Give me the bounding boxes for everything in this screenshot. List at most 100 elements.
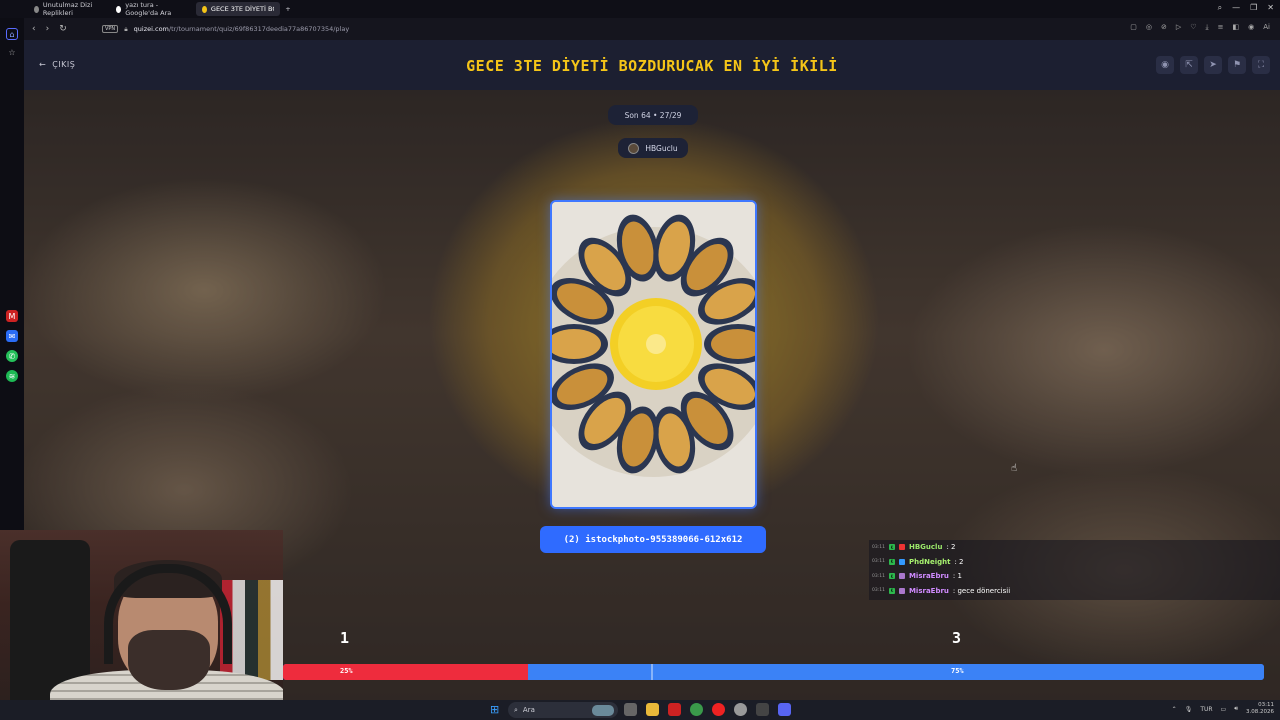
reload-icon[interactable]: ↻ (59, 24, 67, 34)
chat-message: 03:11 K PhdNeight : 2 (869, 555, 1280, 570)
tab-3[interactable]: GECE 3TE DİYETİ BOZDURU (196, 2, 280, 16)
block-icon[interactable]: ⊘ (1161, 23, 1167, 32)
network-icon[interactable]: ▭ (1221, 706, 1227, 713)
google-icon (116, 5, 122, 13)
address-bar: ‹ › ↻ VPN 🔒︎ quizei.com /tr/tournament/q… (24, 18, 1280, 40)
new-tab-button[interactable]: + (282, 2, 294, 16)
extension-icon[interactable]: ◧ (1233, 23, 1240, 32)
quizei-icon (202, 5, 207, 13)
chat-message: 03:11 K MisraEbru : gece dönercisii (869, 584, 1280, 599)
page-title: GECE 3TE DİYETİ BOZDURUCAK EN İYİ İKİLİ (466, 57, 838, 75)
left-percent: 25% (340, 667, 353, 675)
vpn-badge[interactable]: VPN (102, 25, 119, 33)
taskbar-apps (624, 703, 791, 716)
restore-icon[interactable]: ❐ (1250, 3, 1257, 13)
chat-user: HBGuclu (908, 543, 943, 552)
flag-icon[interactable]: ⚑ (1228, 56, 1246, 74)
forward-arrow-icon[interactable]: › (46, 24, 50, 34)
settings-icon[interactable] (734, 703, 747, 716)
send-icon[interactable]: ➤ (1204, 56, 1222, 74)
chat-time: 03:11 (872, 559, 885, 565)
url-host: quizei.com (133, 25, 169, 33)
play-icon[interactable]: ▷ (1176, 23, 1181, 32)
page-icon[interactable]: ▢ (1130, 23, 1137, 32)
ai-icon[interactable]: Ai (1263, 23, 1270, 32)
back-arrow-icon[interactable]: ‹ (32, 24, 36, 34)
file-explorer-icon[interactable] (646, 703, 659, 716)
chat-user: MisraEbru (908, 586, 949, 595)
kick-icon: K (888, 573, 895, 580)
volume-icon[interactable]: 🔊︎ (1234, 705, 1238, 713)
badge-icon (898, 587, 905, 594)
clock[interactable]: 03:11 3.08.2026 (1246, 702, 1274, 716)
choice-caption-button[interactable]: (2) istockphoto-955389066-612x612 (540, 526, 766, 553)
spotify-icon[interactable]: ≋ (6, 370, 18, 382)
search-icon: ⌕ (514, 705, 518, 714)
chat-message: 03:11 K HBGuclu : 2 (869, 540, 1280, 555)
right-percent: 75% (951, 667, 964, 675)
chat-user: PhdNeight (908, 557, 951, 566)
lang-indicator[interactable]: TUR (1200, 706, 1212, 713)
vote-progress-bar: 25% 75% (283, 664, 1264, 680)
gmail-icon[interactable]: M (6, 310, 18, 322)
tab-2[interactable]: yazı tura - Google'da Ara (110, 1, 192, 17)
user-name: HBGuclu (645, 143, 678, 153)
chrome-icon[interactable] (690, 703, 703, 716)
webcam-overlay (0, 530, 283, 720)
chat-text: : 1 (952, 572, 962, 581)
close-window-icon[interactable]: ✕ (1267, 3, 1274, 13)
badge-icon (898, 558, 905, 565)
header-actions: ◉ ⇱ ➤ ⚑ ⛶ (1156, 56, 1270, 74)
minimize-icon[interactable]: — (1232, 3, 1240, 13)
obs-icon[interactable] (756, 703, 769, 716)
left-vote-count: 1 (340, 629, 350, 647)
share-icon[interactable]: ⇱ (1180, 56, 1198, 74)
address-bar-actions: ▢ ◎ ⊘ ▷ ♡ ⤓ ≡ ◧ ◉ Ai (1130, 23, 1270, 32)
lock-icon[interactable]: 🔒︎ (124, 25, 127, 34)
menu-icon[interactable]: ≡ (1218, 23, 1224, 32)
tab-1[interactable]: Unutulmaz Dizi Replikleri (28, 1, 106, 17)
messenger-icon[interactable]: ✉ (6, 330, 18, 342)
chat-message: 03:11 K MisraEbru : 1 (869, 569, 1280, 584)
avatar (628, 142, 640, 154)
url-field[interactable]: VPN 🔒︎ quizei.com /tr/tournament/quiz/69… (102, 22, 1102, 36)
badge-icon (898, 544, 905, 551)
taskbar-search[interactable]: ⌕ Ara (508, 702, 618, 718)
tab-label: GECE 3TE DİYETİ BOZDURU (210, 5, 274, 13)
url-path: /tr/tournament/quiz/69f86317deedia77a867… (168, 25, 350, 33)
kick-icon: K (888, 544, 895, 551)
chat-time: 03:11 (872, 544, 885, 550)
choice-card[interactable] (550, 200, 757, 509)
kick-icon: K (888, 558, 895, 565)
eye-icon[interactable]: ◉ (1156, 56, 1174, 74)
search-tabs-icon[interactable]: ⌕ (1218, 3, 1222, 13)
stuffed-mussels-image (552, 202, 755, 507)
whatsapp-icon[interactable]: ✆ (6, 350, 18, 362)
heart-icon[interactable]: ♡ (1190, 23, 1196, 32)
microphone-icon[interactable]: 🎙︎ (1185, 706, 1193, 713)
task-view-icon[interactable] (624, 703, 637, 716)
tab-label: yazı tura - Google'da Ara (125, 1, 172, 17)
window-controls: ⌕ — ❐ ✕ (1218, 3, 1274, 13)
hand-cursor-icon: ☝ (1011, 463, 1018, 474)
clock-time: 03:11 (1258, 702, 1274, 708)
chevron-up-icon[interactable]: ⌃ (1172, 706, 1177, 713)
fullscreen-icon[interactable]: ⛶ (1252, 56, 1270, 74)
bar-divider (651, 664, 653, 680)
camera-icon[interactable]: ◎ (1146, 23, 1152, 32)
chat-text: : 2 (946, 543, 956, 552)
download-icon[interactable]: ⤓ (1206, 23, 1209, 32)
home-icon[interactable]: ⌂ (6, 28, 18, 40)
tab-favicon-icon (34, 5, 39, 13)
app-icon[interactable] (668, 703, 681, 716)
profile-icon[interactable]: ◉ (1248, 23, 1254, 32)
quiz-header: ← ÇIKIŞ GECE 3TE DİYETİ BOZDURUCAK EN İY… (24, 40, 1280, 90)
star-icon[interactable]: ☆ (6, 46, 18, 58)
opera-icon[interactable] (712, 703, 725, 716)
tab-label: Unutulmaz Dizi Replikleri (42, 1, 93, 17)
windows-start-icon[interactable]: ⊞ (490, 704, 502, 716)
chat-time: 03:11 (872, 573, 885, 579)
right-vote-fill (528, 664, 1264, 680)
windows-taskbar: ⊞ ⌕ Ara ⌃ 🎙︎ TUR ▭ 🔊︎ 03:11 3.08.2026 (0, 700, 1280, 720)
discord-icon[interactable] (778, 703, 791, 716)
